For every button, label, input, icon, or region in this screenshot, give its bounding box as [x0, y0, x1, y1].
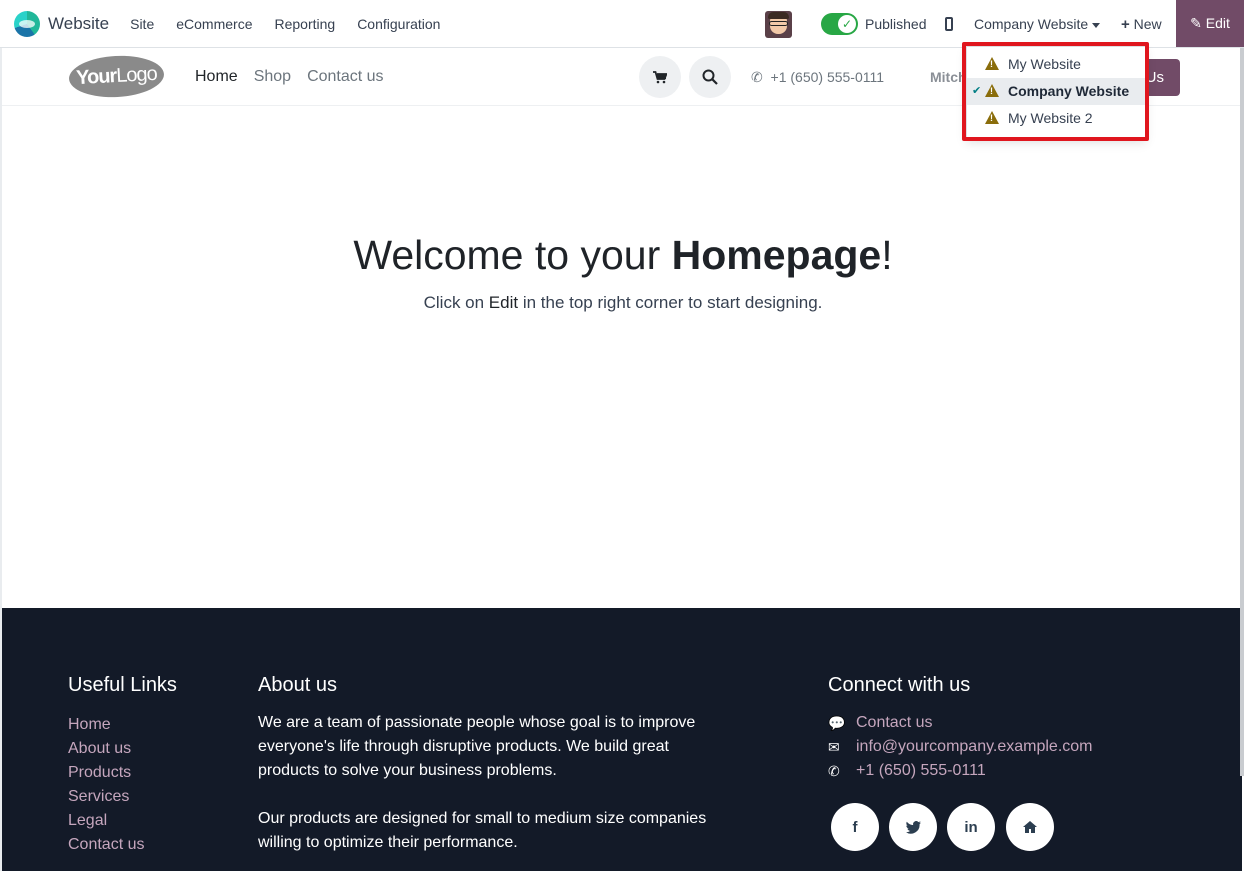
- app-name: Website: [48, 13, 110, 33]
- hero-sub-suffix: in the top right corner to start designi…: [518, 293, 823, 312]
- check-icon: ✓: [838, 15, 856, 33]
- nav-contact-us[interactable]: Contact us: [307, 68, 383, 86]
- about-title: About us: [258, 674, 337, 696]
- connect-email-link[interactable]: info@yourcompany.example.com: [856, 738, 1093, 756]
- home-icon[interactable]: [1006, 803, 1054, 851]
- top-menu: Site eCommerce Reporting Configuration: [119, 0, 451, 48]
- menu-site[interactable]: Site: [119, 0, 165, 48]
- hero-subtitle: Click on Edit in the top right corner to…: [0, 293, 1244, 313]
- footer-link-home[interactable]: Home: [68, 713, 144, 737]
- footer-link-about[interactable]: About us: [68, 737, 144, 761]
- footer: Useful Links Home About us Products Serv…: [2, 608, 1242, 871]
- edit-label: Edit: [1205, 15, 1230, 31]
- new-label: New: [1133, 16, 1162, 32]
- connect-phone-link[interactable]: +1 (650) 555-0111: [856, 762, 986, 780]
- search-button[interactable]: [689, 56, 731, 98]
- connect-title: Connect with us: [828, 674, 971, 696]
- hero-title-bold: Homepage: [671, 232, 882, 278]
- caret-down-icon: [1092, 22, 1101, 28]
- hero-title-suffix: !: [881, 232, 893, 278]
- edit-button[interactable]: ✎ Edit: [1176, 0, 1244, 47]
- avatar-glasses: [769, 21, 788, 26]
- facebook-icon[interactable]: f: [831, 803, 879, 851]
- website-option-my-website[interactable]: My Website: [967, 51, 1145, 78]
- website-switcher[interactable]: Company Website: [974, 16, 1101, 32]
- about-text: We are a team of passionate people whose…: [258, 711, 718, 855]
- scrollbar[interactable]: [1240, 48, 1244, 776]
- linkedin-icon[interactable]: in: [947, 803, 995, 851]
- footer-link-contact[interactable]: Contact us: [68, 833, 144, 857]
- connect-list: 💬 Contact us ✉ info@yourcompany.example.co…: [828, 711, 1093, 783]
- cart-button[interactable]: [639, 56, 681, 98]
- user-menu[interactable]: Mitch: [930, 69, 967, 85]
- useful-links-title: Useful Links: [68, 674, 177, 696]
- website-option-label: Company Website: [1008, 83, 1130, 99]
- header-phone[interactable]: ✆ +1 (650) 555-0111: [751, 69, 884, 86]
- connect-contact-link[interactable]: Contact us: [856, 714, 932, 732]
- useful-links: Home About us Products Services Legal Co…: [68, 713, 144, 857]
- website-app-icon: [14, 10, 40, 37]
- website-switcher-label: Company Website: [974, 16, 1089, 32]
- nav-home[interactable]: Home: [195, 68, 238, 86]
- hero-sub-prefix: Click on: [423, 293, 489, 312]
- logo-text: Logo: [115, 62, 158, 87]
- warning-icon: [985, 84, 999, 97]
- warning-icon: [985, 57, 999, 70]
- nav-shop[interactable]: Shop: [254, 68, 291, 86]
- app-brand[interactable]: Website: [14, 0, 109, 48]
- hero-sub-edit: Edit: [488, 293, 519, 312]
- website-option-label: My Website: [1008, 56, 1081, 72]
- footer-link-services[interactable]: Services: [68, 785, 144, 809]
- website-option-company-website[interactable]: ✔ Company Website: [967, 78, 1145, 105]
- comment-icon: 💬: [828, 714, 846, 731]
- website-option-label: My Website 2: [1008, 110, 1093, 126]
- footer-link-legal[interactable]: Legal: [68, 809, 144, 833]
- phone-icon: ✆: [751, 69, 763, 85]
- twitter-icon[interactable]: [889, 803, 937, 851]
- site-logo[interactable]: YourLogo: [67, 53, 166, 100]
- phone-icon: ✆: [828, 762, 840, 779]
- mobile-preview-icon[interactable]: [945, 17, 953, 31]
- menu-reporting[interactable]: Reporting: [263, 0, 346, 48]
- logo-text-bold: Your: [75, 65, 117, 90]
- check-icon: ✔: [972, 85, 982, 97]
- published-label: Published: [865, 16, 927, 32]
- published-toggle[interactable]: ✓: [821, 13, 858, 35]
- website-option-my-website-2[interactable]: My Website 2: [967, 105, 1145, 132]
- cart-icon: [653, 70, 667, 83]
- avatar-hair: [768, 12, 789, 19]
- hero-title: Welcome to your Homepage!: [0, 232, 1244, 279]
- menu-configuration[interactable]: Configuration: [346, 0, 451, 48]
- header-phone-label: +1 (650) 555-0111: [770, 69, 885, 85]
- menu-ecommerce[interactable]: eCommerce: [165, 0, 263, 48]
- site-nav: Home Shop Contact us: [195, 48, 400, 106]
- plus-icon: +: [1121, 16, 1130, 33]
- footer-link-products[interactable]: Products: [68, 761, 144, 785]
- hero-title-prefix: Welcome to your: [353, 232, 672, 278]
- user-avatar[interactable]: [765, 11, 792, 38]
- new-button[interactable]: + New: [1121, 16, 1162, 33]
- warning-icon: [985, 111, 999, 124]
- website-dropdown: My Website ✔ Company Website My Website …: [966, 46, 1146, 139]
- envelope-icon: ✉: [828, 738, 840, 755]
- search-icon: [702, 69, 718, 85]
- about-paragraph-2: Our products are designed for small to m…: [258, 810, 707, 851]
- pencil-icon: ✎: [1190, 15, 1202, 31]
- about-paragraph-1: We are a team of passionate people whose…: [258, 714, 696, 779]
